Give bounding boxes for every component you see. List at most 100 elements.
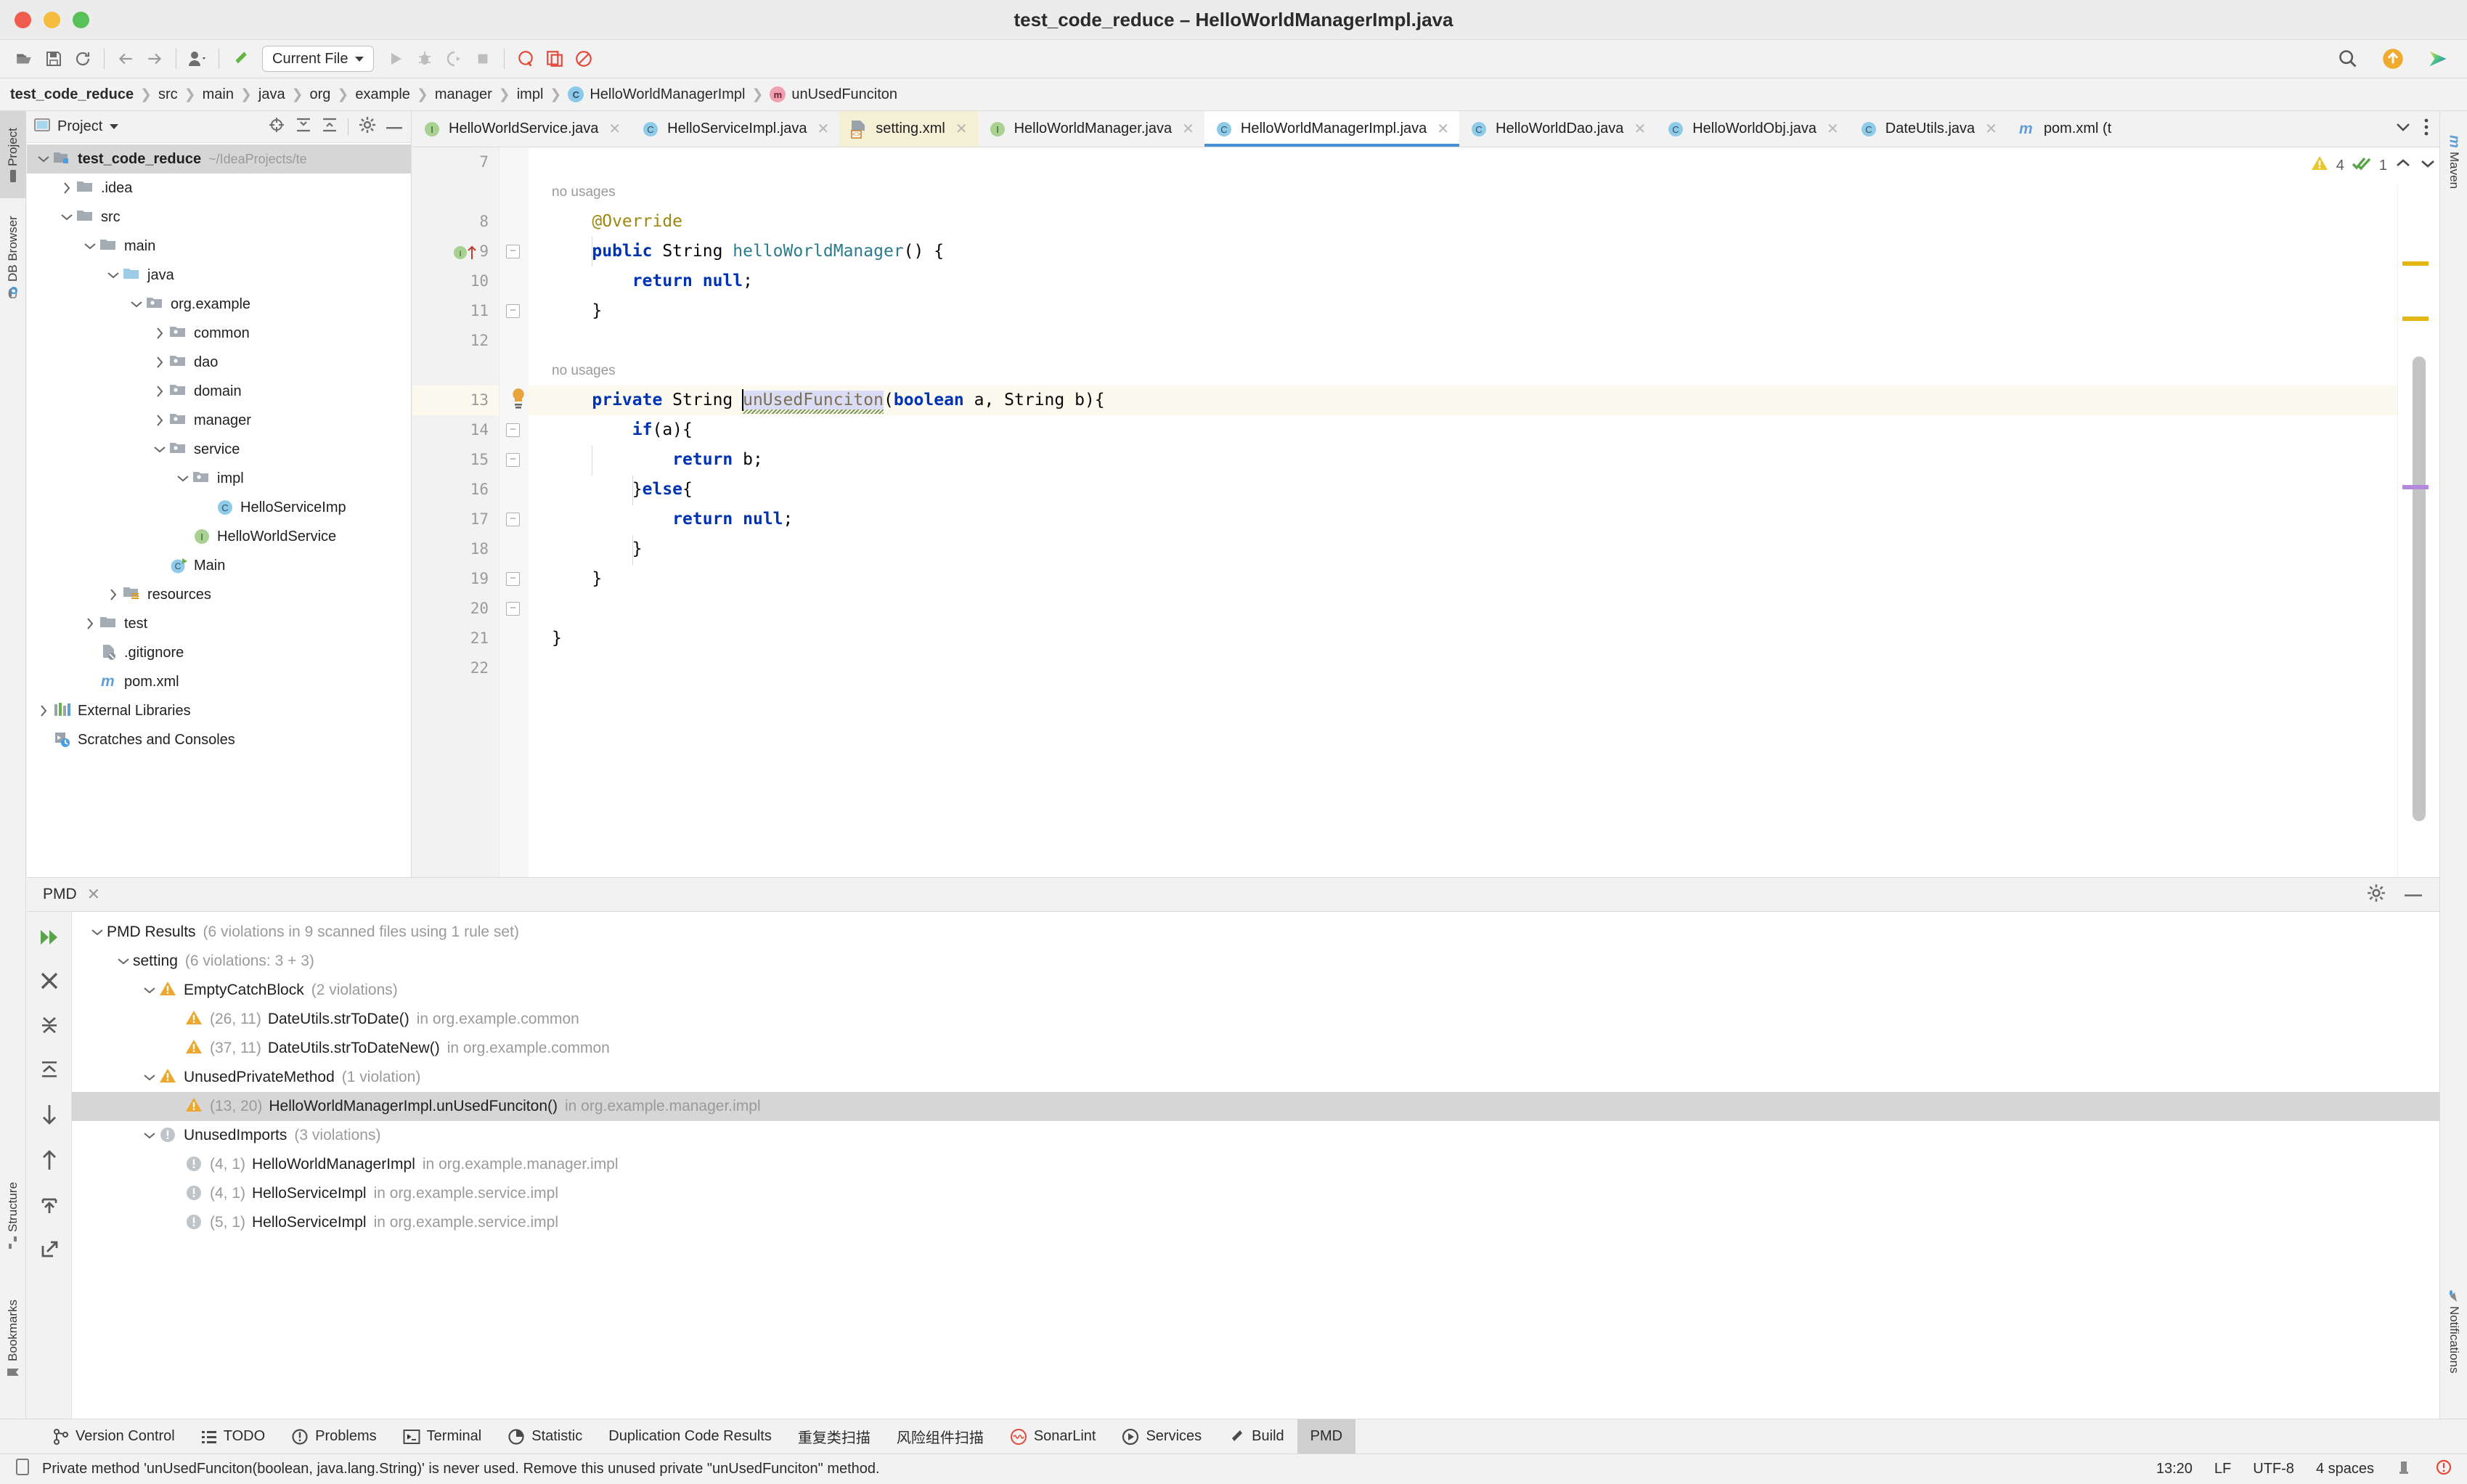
breadcrumb-item-project[interactable]: test_code_reduce: [10, 86, 134, 103]
pmd-tree-item[interactable]: (37, 11)DateUtils.strToDateNew()in org.e…: [72, 1034, 2439, 1063]
pmd-tree-item[interactable]: UnusedPrivateMethod(1 violation): [72, 1063, 2439, 1092]
breadcrumb-item-src[interactable]: src: [158, 86, 178, 103]
code-line[interactable]: if(a){: [529, 415, 2439, 445]
rerun-icon[interactable]: [38, 928, 60, 950]
editor-tab[interactable]: CHelloWorldDao.java✕: [1459, 111, 1656, 147]
editor-tab[interactable]: IHelloWorldManager.java✕: [978, 111, 1204, 147]
override-method-marker[interactable]: I: [453, 243, 485, 262]
breadcrumb-item-impl[interactable]: impl: [517, 86, 544, 103]
close-tab-icon[interactable]: ✕: [1437, 120, 1449, 138]
run-configuration-selector[interactable]: Current File: [262, 46, 374, 72]
chevron-down-icon[interactable]: [127, 300, 146, 309]
tool-tab-bookmarks[interactable]: Bookmarks: [0, 1273, 26, 1404]
export-icon[interactable]: [39, 1195, 60, 1219]
tool-window-button[interactable]: Services: [1109, 1419, 1215, 1454]
project-tree-item[interactable]: impl: [27, 464, 411, 493]
code-line[interactable]: public String helloWorldManager() {: [529, 237, 2439, 266]
project-tree-item[interactable]: domain: [27, 377, 411, 406]
code-fold-marker[interactable]: −: [506, 304, 520, 318]
save-icon[interactable]: [39, 44, 68, 73]
user-avatar-icon[interactable]: [183, 44, 212, 73]
code-fold-marker[interactable]: −: [506, 602, 520, 616]
code-fold-marker[interactable]: −: [506, 572, 520, 586]
chevron-down-icon[interactable]: [2394, 121, 2412, 136]
project-tree-item[interactable]: test: [27, 609, 411, 638]
code-fold-marker[interactable]: −: [506, 245, 520, 258]
usage-hint[interactable]: no usages: [552, 177, 616, 207]
project-tree-item[interactable]: src: [27, 203, 411, 232]
back-arrow-icon[interactable]: [111, 44, 140, 73]
previous-problem-icon[interactable]: [2394, 157, 2412, 174]
project-tree-item[interactable]: .idea: [27, 174, 411, 203]
project-tree-item[interactable]: External Libraries: [27, 696, 411, 725]
sonarlint-icon[interactable]: [511, 44, 540, 73]
usage-hint[interactable]: no usages: [552, 356, 616, 386]
code-line[interactable]: return b;: [529, 445, 2439, 475]
close-tab-icon[interactable]: ✕: [817, 120, 829, 138]
chevron-right-icon[interactable]: [57, 182, 76, 195]
code-line[interactable]: }: [529, 564, 2439, 594]
pmd-tree-item[interactable]: (5, 1)HelloServiceImplin org.example.ser…: [72, 1208, 2439, 1237]
status-encoding[interactable]: UTF-8: [2253, 1461, 2294, 1477]
hide-panel-icon[interactable]: [386, 121, 404, 134]
chevron-right-icon[interactable]: [34, 704, 53, 717]
project-tree-item[interactable]: CMain: [27, 551, 411, 580]
project-tree-item[interactable]: common: [27, 319, 411, 348]
project-tree-item[interactable]: IHelloWorldService: [27, 522, 411, 551]
editor-tab[interactable]: CHelloWorldManagerImpl.java✕: [1204, 111, 1459, 147]
coverage-icon[interactable]: [439, 44, 468, 73]
project-tree-item[interactable]: test_code_reduce~/IdeaProjects/te: [27, 144, 411, 174]
tool-window-bar[interactable]: Version ControlTODOProblemsTerminalStati…: [0, 1419, 2467, 1454]
code-text-area[interactable]: no usages @Override public String helloW…: [529, 147, 2439, 877]
chevron-down-icon[interactable]: [110, 124, 118, 129]
close-tab-icon[interactable]: ✕: [955, 120, 968, 138]
pmd-tree-item[interactable]: (4, 1)HelloWorldManagerImplin org.exampl…: [72, 1150, 2439, 1179]
project-tree-item[interactable]: Scratches and Consoles: [27, 725, 411, 754]
editor-scrollbar-thumb[interactable]: [2413, 356, 2426, 821]
pmd-tree-item[interactable]: UnusedImports(3 violations): [72, 1121, 2439, 1150]
open-external-icon[interactable]: [39, 1239, 60, 1263]
debug-icon[interactable]: [410, 44, 439, 73]
expand-all-icon[interactable]: [39, 1059, 60, 1083]
chevron-right-icon[interactable]: [81, 617, 99, 630]
breadcrumb-item-main[interactable]: main: [203, 86, 234, 103]
breadcrumb-item-org[interactable]: org: [310, 86, 331, 103]
status-line-separator[interactable]: LF: [2214, 1461, 2231, 1477]
next-problem-icon[interactable]: [2419, 157, 2437, 174]
usage-marker[interactable]: [2402, 485, 2429, 489]
settings-gear-icon[interactable]: [359, 116, 376, 137]
pmd-tree-item[interactable]: (13, 20)HelloWorldManagerImpl.unUsedFunc…: [72, 1092, 2439, 1121]
tool-window-button[interactable]: Version Control: [40, 1419, 188, 1454]
chevron-down-icon[interactable]: [140, 1073, 159, 1082]
chevron-down-icon[interactable]: [57, 213, 76, 221]
chevron-down-icon[interactable]: [34, 155, 53, 163]
status-indent[interactable]: 4 spaces: [2316, 1461, 2374, 1477]
collapse-all-icon[interactable]: [322, 117, 338, 136]
breadcrumb-item-class[interactable]: C HelloWorldManagerImpl: [568, 86, 745, 103]
pmd-tree-item[interactable]: (4, 1)HelloServiceImplin org.example.ser…: [72, 1179, 2439, 1208]
chevron-right-icon[interactable]: [150, 385, 169, 398]
tool-window-button[interactable]: Duplication Code Results: [595, 1419, 785, 1454]
project-tree-item[interactable]: .gitignore: [27, 638, 411, 667]
tool-tab-db-browser[interactable]: DB Browser: [0, 200, 26, 316]
inspection-summary[interactable]: 4 1: [2310, 147, 2437, 184]
chevron-right-icon[interactable]: [104, 588, 123, 601]
collapse-all-icon[interactable]: [39, 1015, 60, 1039]
code-folding-column[interactable]: −−−−−−−: [499, 147, 529, 877]
tool-window-button[interactable]: Terminal: [390, 1419, 495, 1454]
editor-tabbar[interactable]: IHelloWorldService.java✕CHelloServiceImp…: [412, 111, 2439, 147]
editor-tab[interactable]: CDateUtils.java✕: [1849, 111, 2007, 147]
tool-window-button[interactable]: Statistic: [494, 1419, 595, 1454]
chevron-down-icon[interactable]: [81, 242, 99, 250]
close-tab-icon[interactable]: ✕: [1182, 120, 1194, 138]
open-project-icon[interactable]: [10, 44, 39, 73]
tool-tab-notifications[interactable]: Notifications: [2441, 1252, 2467, 1411]
code-line[interactable]: }: [529, 296, 2439, 326]
close-icon[interactable]: [39, 971, 60, 995]
chevron-down-icon[interactable]: [140, 1131, 159, 1140]
breadcrumb-item-manager[interactable]: manager: [435, 86, 492, 103]
code-fold-marker[interactable]: −: [506, 513, 520, 526]
pmd-tree-item[interactable]: setting(6 violations: 3 + 3): [72, 947, 2439, 976]
editor-tab[interactable]: IHelloWorldService.java✕: [412, 111, 631, 147]
code-fold-marker[interactable]: −: [506, 453, 520, 467]
